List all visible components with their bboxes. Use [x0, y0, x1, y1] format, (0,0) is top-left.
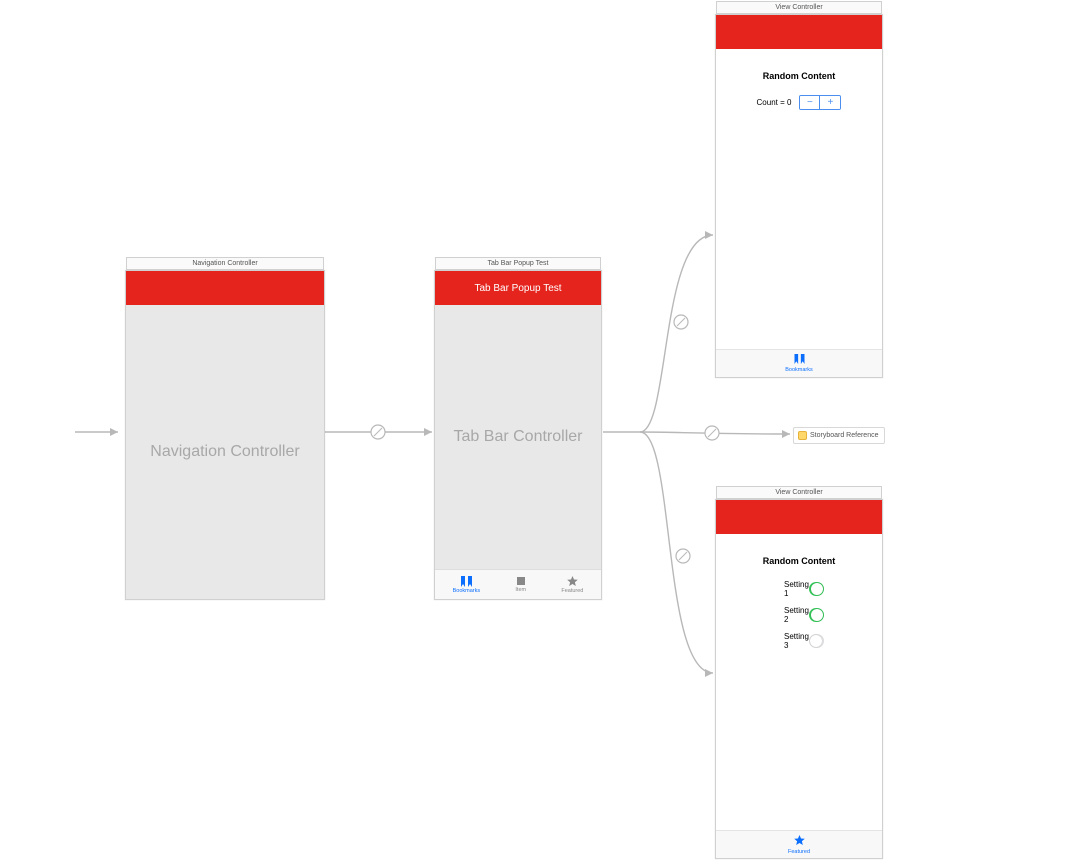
scene-title: Navigation Controller	[126, 257, 324, 270]
setting-row: Setting 1	[734, 576, 864, 602]
scene-tab-bar-controller[interactable]: Tab Bar Popup Test Tab Bar Popup Test Ta…	[434, 270, 602, 600]
square-icon	[516, 576, 526, 586]
setting-row: Setting 2	[734, 602, 864, 628]
storyboard-reference[interactable]: Storyboard Reference	[793, 427, 885, 444]
tab-bar: Bookmarks Item Featured	[435, 569, 601, 599]
tab-label: Bookmarks	[785, 367, 813, 373]
scene-body: Random Content Count = 0 − +	[716, 49, 882, 349]
tab-featured[interactable]: Featured	[561, 576, 583, 594]
switch-setting-2[interactable]	[809, 608, 824, 622]
heading: Random Content	[716, 71, 882, 81]
tab-label: Bookmarks	[453, 588, 481, 594]
tab-label: Item	[515, 587, 526, 593]
switch-setting-1[interactable]	[809, 582, 824, 596]
scene-title: View Controller	[716, 1, 882, 14]
setting-label: Setting 2	[784, 606, 809, 624]
tab-item[interactable]: Item	[515, 576, 526, 593]
stepper-minus[interactable]: −	[800, 96, 820, 109]
tab-label: Featured	[788, 849, 810, 855]
tab-label: Featured	[561, 588, 583, 594]
nav-bar	[716, 500, 882, 534]
scene-body: Tab Bar Controller	[435, 305, 601, 569]
scene-title: Tab Bar Popup Test	[435, 257, 601, 270]
storyboard-icon	[798, 431, 807, 440]
scene-view-controller-settings[interactable]: View Controller Random Content Setting 1…	[715, 499, 883, 859]
setting-label: Setting 3	[784, 632, 809, 650]
star-icon	[794, 835, 805, 848]
count-label: Count = 0	[757, 98, 792, 107]
tab-bar: Bookmarks	[716, 349, 882, 377]
placeholder-label: Navigation Controller	[150, 443, 299, 461]
tab-bookmarks[interactable]: Bookmarks	[453, 576, 481, 594]
bookmarks-icon	[460, 576, 473, 587]
stepper[interactable]: − +	[799, 95, 841, 110]
nav-title: Tab Bar Popup Test	[474, 283, 561, 294]
setting-row: Setting 3	[734, 628, 864, 654]
scene-view-controller-count[interactable]: View Controller Random Content Count = 0…	[715, 14, 883, 378]
heading: Random Content	[716, 556, 882, 566]
nav-bar: Tab Bar Popup Test	[435, 271, 601, 305]
setting-label: Setting 1	[784, 580, 809, 598]
nav-bar	[716, 15, 882, 49]
switch-setting-3[interactable]	[809, 634, 824, 648]
scene-body: Random Content Setting 1 Setting 2 Setti…	[716, 534, 882, 830]
nav-bar	[126, 271, 324, 305]
star-icon	[567, 576, 578, 587]
scene-navigation-controller[interactable]: Navigation Controller Navigation Control…	[125, 270, 325, 600]
storyboard-reference-label: Storyboard Reference	[810, 432, 878, 439]
stepper-plus[interactable]: +	[820, 96, 840, 109]
placeholder-label: Tab Bar Controller	[454, 428, 583, 446]
scene-title: View Controller	[716, 486, 882, 499]
tab-bar: Featured	[716, 830, 882, 858]
scene-body: Navigation Controller	[126, 305, 324, 599]
settings-list: Setting 1 Setting 2 Setting 3	[716, 576, 882, 654]
bookmarks-icon	[793, 354, 806, 366]
